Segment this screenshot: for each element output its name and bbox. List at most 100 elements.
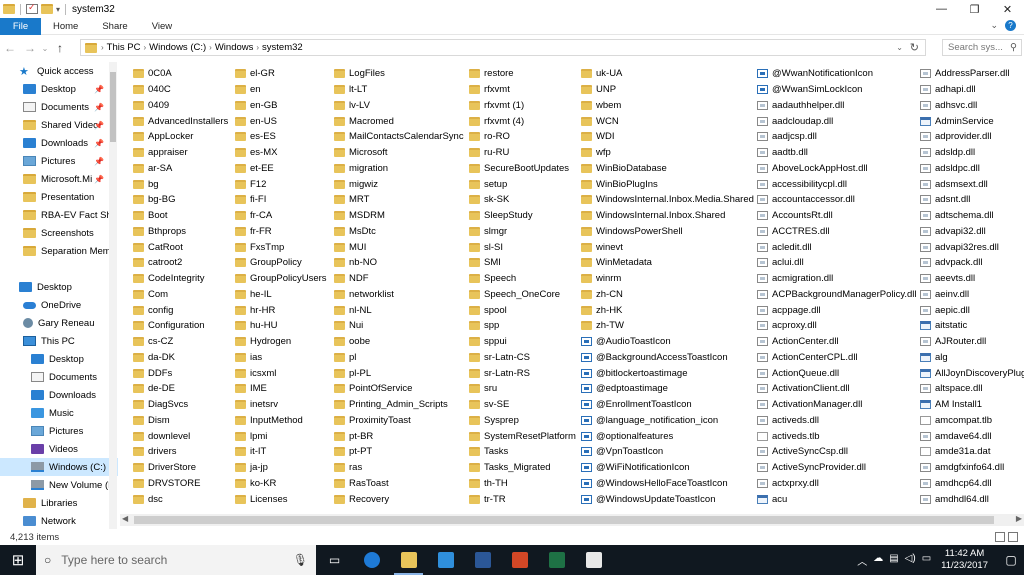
powerpoint-button[interactable] [501, 545, 538, 575]
file-item[interactable]: fr-CA [235, 208, 333, 224]
file-item[interactable]: en-GB [235, 98, 333, 114]
expand-ribbon-icon[interactable]: ⌄ [990, 20, 998, 31]
file-item[interactable]: fi-FI [235, 192, 333, 208]
refresh-icon[interactable]: ↻ [910, 41, 919, 54]
file-item[interactable]: acppage.dll [757, 302, 919, 318]
file-item[interactable]: dsc [133, 491, 233, 507]
file-item[interactable]: MsDtc [334, 224, 467, 240]
file-item[interactable]: adhapi.dll [920, 82, 1024, 98]
file-item[interactable]: Sysprep [469, 413, 579, 429]
file-item[interactable]: Tasks [469, 444, 579, 460]
file-item[interactable]: en [235, 82, 333, 98]
file-item[interactable]: sr-Latn-RS [469, 365, 579, 381]
nav-item[interactable]: This PC [0, 332, 118, 350]
file-item[interactable]: pl-PL [334, 365, 467, 381]
nav-item[interactable]: Downloads [0, 386, 118, 404]
nav-item[interactable]: OneDrive [0, 296, 118, 314]
file-item[interactable]: fr-FR [235, 224, 333, 240]
file-item[interactable]: MSDRM [334, 208, 467, 224]
file-item[interactable]: ProximityToast [334, 413, 467, 429]
file-item[interactable]: sv-SE [469, 397, 579, 413]
file-item[interactable]: adprovider.dll [920, 129, 1024, 145]
file-item[interactable]: DDFs [133, 365, 233, 381]
file-item[interactable]: zh-TW [581, 318, 755, 334]
chevron-up-icon[interactable]: ︿ [857, 553, 867, 568]
taskbar-search[interactable]: ○ Type here to search 🎙 [36, 545, 316, 575]
nav-item[interactable]: Separation Mem [0, 242, 118, 260]
file-item[interactable]: 0C0A [133, 66, 233, 82]
file-item[interactable]: @EnrollmentToastIcon [581, 397, 755, 413]
file-item[interactable]: CatRoot [133, 239, 233, 255]
file-item[interactable]: ACPBackgroundManagerPolicy.dll [757, 287, 919, 303]
file-item[interactable]: FxsTmp [235, 239, 333, 255]
nav-item[interactable]: Music [0, 404, 118, 422]
tab-view[interactable]: View [140, 21, 184, 32]
file-item[interactable]: WindowsPowerShell [581, 224, 755, 240]
file-item[interactable]: Microsoft [334, 145, 467, 161]
properties-icon[interactable] [26, 2, 38, 14]
file-item[interactable]: amdhcp64.dll [920, 476, 1024, 492]
file-item[interactable]: Speech [469, 271, 579, 287]
file-item[interactable]: actxprxy.dll [757, 476, 919, 492]
file-item[interactable]: ko-KR [235, 476, 333, 492]
breadcrumb-system32[interactable]: system32 [262, 42, 303, 53]
file-explorer-button[interactable] [390, 545, 427, 575]
file-item[interactable]: es-MX [235, 145, 333, 161]
file-item[interactable]: WindowsInternal.Inbox.Shared [581, 208, 755, 224]
file-item[interactable]: alg [920, 350, 1024, 366]
file-item[interactable]: advpack.dll [920, 255, 1024, 271]
file-item[interactable]: aitstatic [920, 318, 1024, 334]
file-item[interactable]: MUI [334, 239, 467, 255]
large-icons-view-icon[interactable] [1008, 532, 1018, 542]
nav-item[interactable]: Desktop [0, 278, 118, 296]
file-item[interactable]: appraiser [133, 145, 233, 161]
file-item[interactable]: @WwanNotificationIcon [757, 66, 919, 82]
file-item[interactable]: rfxvmt [469, 82, 579, 98]
file-item[interactable]: wbem [581, 98, 755, 114]
recent-locations-icon[interactable]: ⌄ [40, 44, 50, 53]
nav-item[interactable]: ★ Quick access [0, 62, 118, 80]
file-item[interactable]: cs-CZ [133, 334, 233, 350]
file-item[interactable]: altspace.dll [920, 381, 1024, 397]
file-item[interactable]: aepic.dll [920, 302, 1024, 318]
file-item[interactable]: adsldpc.dll [920, 161, 1024, 177]
file-item[interactable]: rfxvmt (4) [469, 113, 579, 129]
file-item[interactable]: migwiz [334, 176, 467, 192]
file-item[interactable]: nl-NL [334, 302, 467, 318]
file-item[interactable]: sk-SK [469, 192, 579, 208]
nav-item[interactable]: Documents [0, 368, 118, 386]
forward-button[interactable]: → [20, 41, 40, 55]
file-item[interactable]: ras [334, 460, 467, 476]
file-item[interactable]: Recovery [334, 491, 467, 507]
customize-quick-access-icon[interactable]: ▾ [56, 5, 60, 14]
file-item[interactable]: Tasks_Migrated [469, 460, 579, 476]
file-item[interactable]: MRT [334, 192, 467, 208]
address-bar[interactable]: › This PC › Windows (C:) › Windows › sys… [80, 39, 926, 56]
file-item[interactable]: InputMethod [235, 413, 333, 429]
file-item[interactable]: AccountsRt.dll [757, 208, 919, 224]
file-item[interactable]: he-IL [235, 287, 333, 303]
file-item[interactable]: amcompat.tlb [920, 413, 1024, 429]
file-item[interactable]: et-EE [235, 161, 333, 177]
file-item[interactable]: drivers [133, 444, 233, 460]
nav-item[interactable]: RBA-EV Fact She [0, 206, 118, 224]
file-item[interactable]: zh-CN [581, 287, 755, 303]
file-item[interactable]: adsldp.dll [920, 145, 1024, 161]
file-item[interactable]: acu [757, 491, 919, 507]
file-item[interactable]: acproxy.dll [757, 318, 919, 334]
breadcrumb-windows[interactable]: Windows [215, 42, 254, 53]
file-item[interactable]: migration [334, 161, 467, 177]
file-item[interactable]: advapi32.dll [920, 224, 1024, 240]
file-item[interactable]: GroupPolicy [235, 255, 333, 271]
file-item[interactable]: PointOfService [334, 381, 467, 397]
file-item[interactable]: AdvancedInstallers [133, 113, 233, 129]
scroll-thumb[interactable] [134, 516, 994, 524]
edge-button[interactable] [353, 545, 390, 575]
chevron-right-icon[interactable]: › [209, 43, 212, 52]
file-item[interactable]: setup [469, 176, 579, 192]
file-tab[interactable]: File [0, 17, 41, 35]
file-item[interactable]: accessibilitycpl.dll [757, 176, 919, 192]
action-center-icon[interactable]: ▢ [998, 545, 1024, 575]
file-item[interactable]: @bitlockertoastimage [581, 365, 755, 381]
tab-home[interactable]: Home [41, 21, 90, 32]
